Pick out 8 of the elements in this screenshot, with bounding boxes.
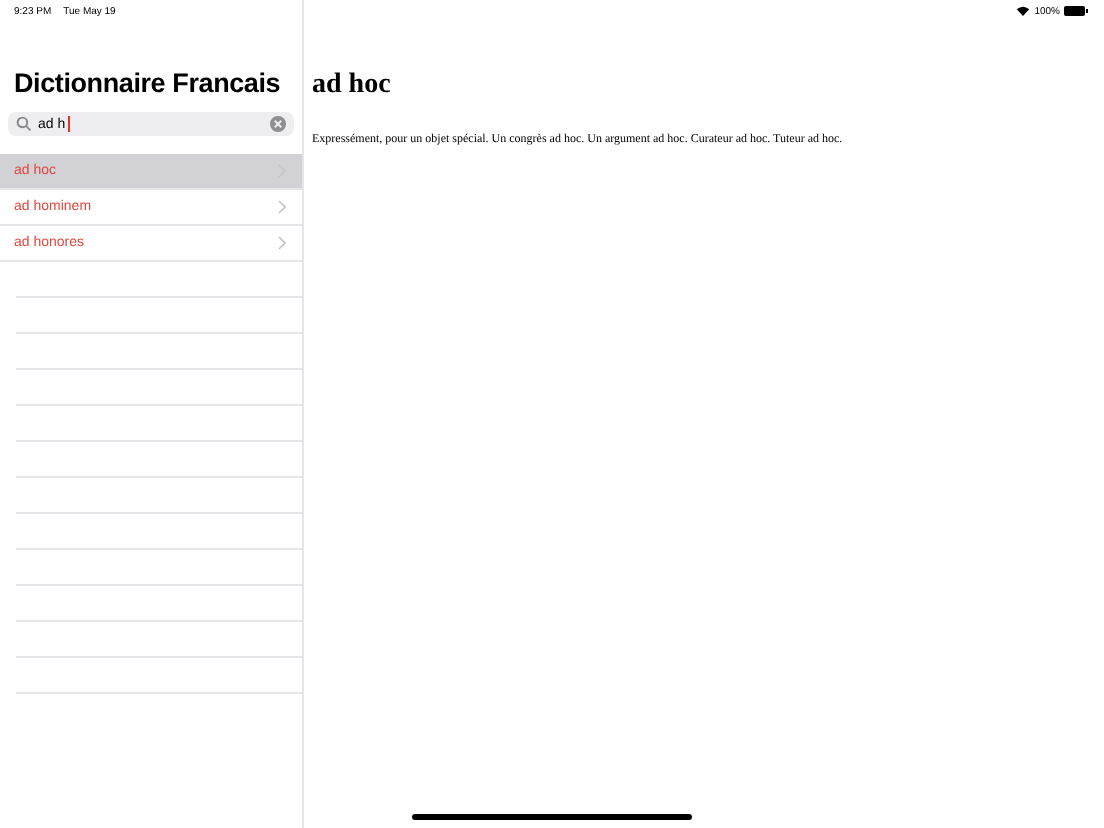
sidebar-title: Dictionnaire Francais (14, 68, 283, 98)
entry-title: ad hoc (312, 70, 393, 102)
search-icon (16, 116, 32, 132)
chevron-icon (278, 200, 286, 214)
wifi-icon (1016, 6, 1031, 16)
clear-icon[interactable] (270, 116, 286, 132)
chevron-icon (278, 236, 286, 250)
battery-icon (1064, 6, 1088, 16)
